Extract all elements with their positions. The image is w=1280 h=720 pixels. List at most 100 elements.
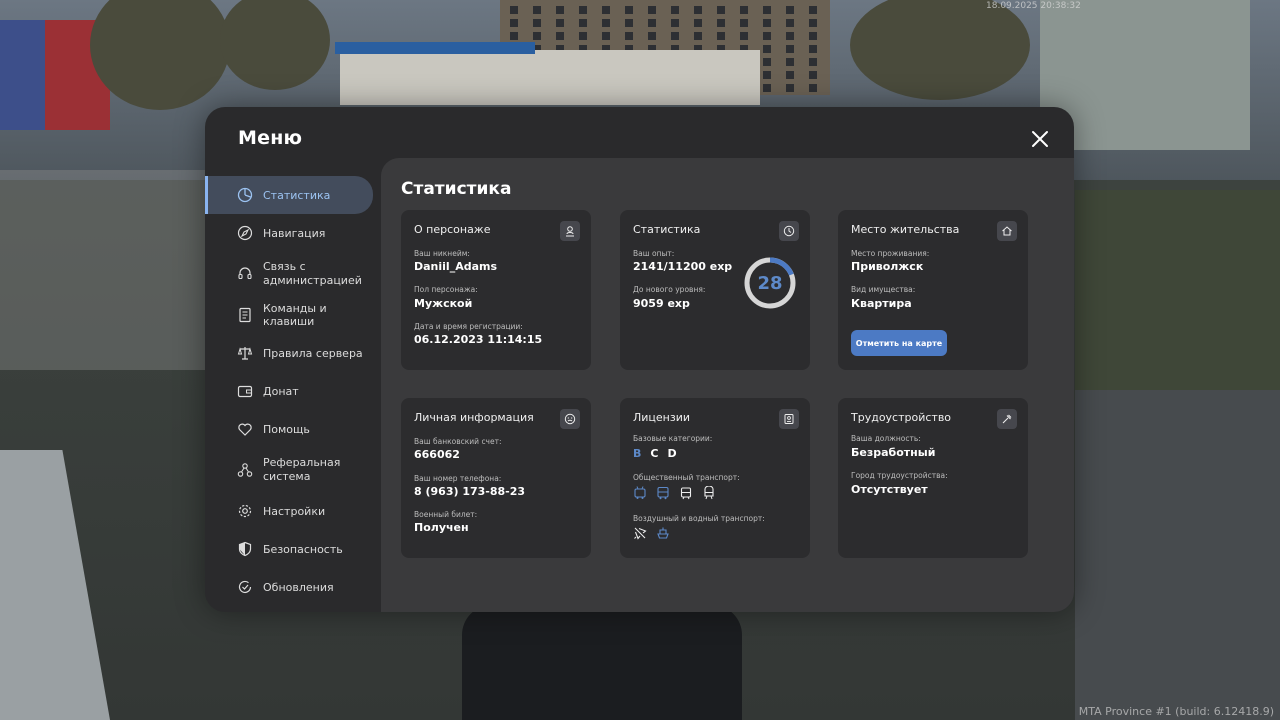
building-window: [717, 32, 725, 40]
menu-modal: Меню Статистика Навигация Связь с админи…: [205, 107, 1074, 612]
building-window: [786, 6, 794, 14]
personal-info-card: Личная информация Ваш банковский счет: 6…: [401, 398, 591, 558]
building-window: [786, 32, 794, 40]
building-window: [694, 6, 702, 14]
trolleybus-icon: [633, 485, 647, 499]
building-window: [648, 32, 656, 40]
building-window: [763, 84, 771, 92]
person-icon: [566, 226, 574, 237]
sidebar-item-label: Связь с администрацией: [263, 260, 362, 287]
residence-place-value: Приволжск: [851, 260, 924, 273]
wallet-icon: [237, 385, 253, 398]
card-icon-button: [779, 409, 799, 429]
menu-title: Меню: [238, 127, 303, 149]
grass: [1075, 190, 1280, 390]
building-window: [671, 19, 679, 27]
building-window: [717, 6, 725, 14]
employment-card: Трудоустройство Ваша должность: Безработ…: [838, 398, 1028, 558]
phone-value: 8 (963) 173-88-23: [414, 485, 526, 498]
sidebar-item-navigation[interactable]: Навигация: [205, 214, 381, 252]
gender-value: Мужской: [414, 297, 473, 310]
gender-label: Пол персонажа:: [414, 285, 478, 294]
building-window: [809, 84, 817, 92]
air-water-transport-icons: [633, 525, 670, 540]
mark-on-map-button[interactable]: Отметить на карте: [851, 330, 947, 356]
license-categories: B C D: [633, 447, 677, 460]
sidebar-item-label: Безопасность: [263, 542, 343, 556]
base-categories-label: Базовые категории:: [633, 434, 713, 443]
building-window: [602, 6, 610, 14]
road: [1075, 390, 1280, 720]
shield-icon: [238, 541, 252, 557]
card-title: Личная информация: [414, 411, 534, 424]
sidebar-item-settings[interactable]: Настройки: [205, 492, 381, 530]
nickname-value: Daniil_Adams: [414, 260, 498, 273]
building-window: [809, 45, 817, 53]
level-number: 28: [757, 272, 783, 294]
position-label: Ваша должность:: [851, 434, 921, 443]
sidebar-item-rules[interactable]: Правила сервера: [205, 334, 381, 372]
card-title: О персонаже: [414, 223, 491, 236]
tram-icon: [679, 485, 693, 500]
bank-account-value: 666062: [414, 448, 460, 461]
scales-icon: [237, 347, 253, 360]
building-window: [510, 19, 518, 27]
building-window: [648, 19, 656, 27]
building-window: [786, 58, 794, 66]
sidebar-item-donate[interactable]: Донат: [205, 372, 381, 410]
building-window: [556, 6, 564, 14]
stats-card: Статистика Ваш опыт: 2141/11200 exp До н…: [620, 210, 810, 370]
nickname-label: Ваш никнейм:: [414, 249, 470, 258]
public-transport-label: Общественный транспорт:: [633, 473, 740, 482]
home-icon: [1002, 226, 1012, 236]
build-info: MTA Province #1 (build: 6.12418.9): [1078, 705, 1274, 718]
building-window: [579, 19, 587, 27]
building-window: [786, 71, 794, 79]
building-window: [786, 84, 794, 92]
player-car: [462, 605, 742, 720]
card-icon-button: [560, 409, 580, 429]
building-window: [809, 6, 817, 14]
building-blue: [0, 20, 45, 130]
card-icon-button: [997, 409, 1017, 429]
sidebar-item-statistics[interactable]: Статистика: [205, 176, 373, 214]
sidebar-item-label: Помощь: [263, 422, 310, 436]
building-window: [694, 32, 702, 40]
sidebar-item-updates[interactable]: Обновления: [205, 568, 381, 606]
sidebar-item-label: Реферальная система: [263, 456, 341, 483]
sidebar-item-admin-contact[interactable]: Связь с администрацией: [205, 252, 381, 296]
refresh-check-icon: [238, 580, 252, 593]
pie-chart-icon: [237, 187, 253, 203]
building-window: [740, 6, 748, 14]
sidebar-item-label: Настройки: [263, 504, 326, 518]
building-window: [533, 6, 541, 14]
public-transport-icons: [633, 485, 716, 500]
property-type-label: Вид имущества:: [851, 285, 916, 294]
next-level-label: До нового уровня:: [633, 285, 706, 294]
building-window: [717, 19, 725, 27]
building-window: [556, 32, 564, 40]
building-window: [809, 58, 817, 66]
sidebar-item-referral[interactable]: Реферальная система: [205, 448, 381, 492]
building-window: [579, 6, 587, 14]
employment-city-label: Город трудоустройства:: [851, 471, 948, 480]
building-window: [510, 32, 518, 40]
building-window: [671, 6, 679, 14]
position-value: Безработный: [851, 446, 936, 459]
sidebar-item-commands[interactable]: Команды и клавиши: [205, 296, 381, 334]
close-button[interactable]: [1030, 129, 1050, 149]
building-window: [694, 19, 702, 27]
building-window: [625, 19, 633, 27]
license-category-b: B: [633, 447, 642, 460]
timestamp: 18.09.2025 20:38:32: [986, 1, 1081, 11]
building-window: [809, 19, 817, 27]
card-title: Трудоустройство: [851, 411, 952, 424]
sidebar-item-label: Статистика: [263, 188, 331, 202]
heart-hand-icon: [238, 423, 252, 436]
sidebar-item-help[interactable]: Помощь: [205, 410, 381, 448]
sidebar-item-security[interactable]: Безопасность: [205, 530, 381, 568]
card-title: Место жительства: [851, 223, 960, 236]
compass-icon: [237, 225, 253, 241]
sidebar-item-label: Обновления: [263, 580, 334, 594]
exp-label: Ваш опыт:: [633, 249, 675, 258]
